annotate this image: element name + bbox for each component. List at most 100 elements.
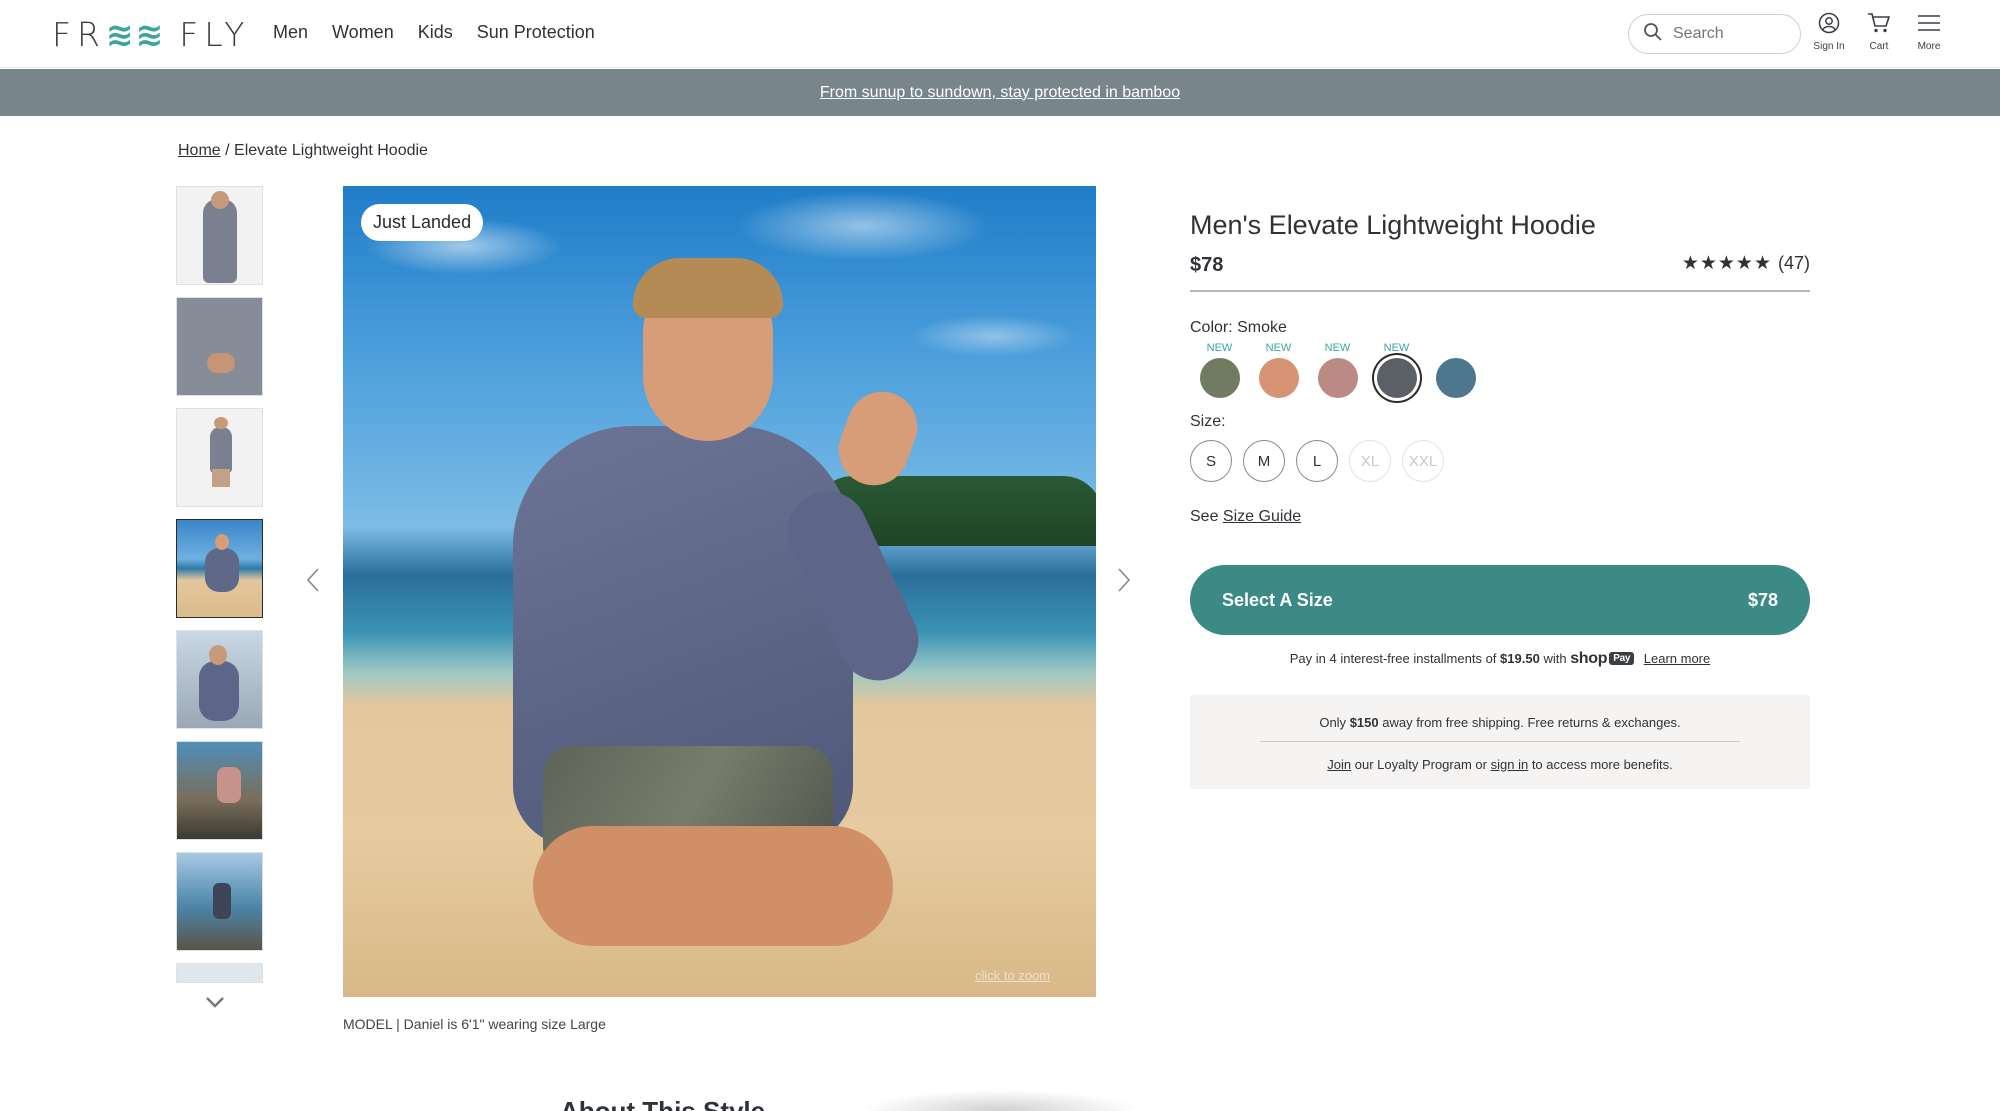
- size-guide: See Size Guide: [1190, 508, 1301, 526]
- thumbnail-2[interactable]: [176, 297, 263, 396]
- logo-wave: ≋≋: [105, 14, 166, 54]
- swatch-1[interactable]: NEW: [1190, 342, 1249, 403]
- logo-text-left: FR: [52, 14, 106, 54]
- breadcrumb-separator: /: [225, 142, 230, 159]
- site-header: FR≋≋ FLY Men Women Kids Sun Protection Si…: [0, 0, 2000, 68]
- click-to-zoom-hint[interactable]: click to zoom: [975, 968, 1050, 983]
- product-rating[interactable]: ★★★★★ (47): [1682, 252, 1810, 275]
- sign-in-label: Sign In: [1813, 41, 1845, 52]
- model-legs: [533, 826, 893, 946]
- main-product-image[interactable]: Just Landed click to zoom: [343, 186, 1096, 997]
- thumbnails-scroll-down-icon[interactable]: [205, 988, 225, 1014]
- review-count: (47): [1777, 253, 1810, 273]
- promo-link[interactable]: From sunup to sundown, stay protected in…: [820, 84, 1180, 102]
- shipping-amount: $150: [1349, 715, 1379, 730]
- nav-women[interactable]: Women: [332, 22, 394, 43]
- gallery-next-arrow-icon[interactable]: [1117, 566, 1131, 601]
- installments-with: with: [1543, 651, 1567, 666]
- thumbnail-3[interactable]: [176, 408, 263, 507]
- color-label: Color: Smoke: [1190, 319, 1287, 336]
- hamburger-icon: [1917, 15, 1941, 38]
- cart-button[interactable]: Cart: [1857, 12, 1901, 52]
- more-label: More: [1917, 41, 1941, 52]
- swatch-dot[interactable]: [1435, 358, 1476, 398]
- shipping-info-box: Only $150 away from free shipping. Free …: [1190, 695, 1810, 789]
- cart-label: Cart: [1869, 41, 1889, 52]
- swatch-dot[interactable]: [1317, 358, 1358, 398]
- loyalty-end: to access more benefits.: [1531, 757, 1673, 772]
- swatch-new-tag: NEW: [1324, 342, 1351, 354]
- cart-icon: [1867, 13, 1891, 38]
- breadcrumb-home[interactable]: Home: [178, 142, 221, 159]
- shipping-pre: Only: [1319, 715, 1347, 730]
- search-icon: [1643, 22, 1663, 47]
- shipbox-divider: [1260, 741, 1740, 742]
- product-details: Men's Elevate Lightweight Hoodie $78 ★★★…: [1190, 210, 1810, 789]
- search-box[interactable]: [1628, 14, 1801, 54]
- nav-kids[interactable]: Kids: [418, 22, 453, 43]
- size-guide-link[interactable]: Size Guide: [1223, 508, 1301, 525]
- thumbnail-5[interactable]: [176, 630, 263, 729]
- nav-sun-protection[interactable]: Sun Protection: [477, 22, 595, 43]
- title-divider: [1190, 290, 1810, 292]
- gallery-prev-arrow-icon[interactable]: [306, 566, 320, 601]
- size-s-button[interactable]: S: [1190, 440, 1232, 482]
- cta-price: $78: [1747, 589, 1778, 610]
- swatch-3[interactable]: NEW: [1308, 342, 1367, 403]
- rating-stars-icon: ★★★★★: [1681, 253, 1772, 274]
- promo-bar: From sunup to sundown, stay protected in…: [0, 69, 2000, 116]
- swatch-new-tag: NEW: [1383, 342, 1410, 354]
- installment-amount: $19.50: [1500, 651, 1540, 666]
- installments-text: Pay in 4 interest-free installments of: [1289, 651, 1497, 666]
- swatch-5[interactable]: [1426, 342, 1485, 403]
- sign-in-link[interactable]: sign in: [1491, 757, 1529, 772]
- swatch-dot[interactable]: [1199, 358, 1240, 398]
- shop-pay-badge: Pay: [1609, 652, 1635, 666]
- account-icon: [1818, 12, 1840, 38]
- search-input[interactable]: [1673, 25, 1783, 43]
- size-options: S M L XL XXL: [1190, 440, 1444, 482]
- product-title: Men's Elevate Lightweight Hoodie: [1190, 210, 1596, 240]
- size-xl-button[interactable]: XL: [1349, 440, 1391, 482]
- freefly-logo[interactable]: FR ≋≋ FLY: [52, 14, 250, 54]
- floating-shadow: [860, 1090, 1140, 1111]
- thumbnail-1[interactable]: [176, 186, 263, 285]
- swatch-dot[interactable]: [1258, 358, 1299, 398]
- breadcrumb-current: Elevate Lightweight Hoodie: [234, 142, 428, 159]
- swatch-new-tag: NEW: [1265, 342, 1292, 354]
- model-caption: MODEL | Daniel is 6'1" wearing size Larg…: [343, 1016, 606, 1032]
- size-guide-prefix: See: [1190, 508, 1219, 525]
- swatch-dot[interactable]: [1376, 358, 1417, 398]
- color-swatches: NEW NEW NEW NEW: [1190, 342, 1485, 403]
- breadcrumb: Home / Elevate Lightweight Hoodie: [178, 142, 428, 160]
- thumbnail-6[interactable]: [176, 741, 263, 840]
- shipping-post: away from free shipping. Free returns & …: [1382, 715, 1681, 730]
- size-l-button[interactable]: L: [1296, 440, 1338, 482]
- shop-pay-installments: Pay in 4 interest-free installments of $…: [1190, 650, 1810, 668]
- size-label: Size:: [1190, 413, 1226, 430]
- size-m-button[interactable]: M: [1243, 440, 1285, 482]
- size-xxl-button[interactable]: XXL: [1402, 440, 1444, 482]
- swatch-4-selected[interactable]: NEW: [1367, 342, 1426, 403]
- just-landed-badge: Just Landed: [361, 204, 484, 241]
- more-menu-button[interactable]: More: [1907, 12, 1951, 52]
- logo-text-right: FLY: [179, 14, 251, 54]
- swatch-2[interactable]: NEW: [1249, 342, 1308, 403]
- select-size-button[interactable]: Select A Size $78: [1190, 565, 1810, 635]
- main-nav: Men Women Kids Sun Protection: [273, 22, 595, 43]
- shop-pay-wordmark: shop: [1570, 650, 1608, 667]
- join-link[interactable]: Join: [1327, 757, 1351, 772]
- product-price: $78: [1190, 254, 1224, 276]
- model-hair: [633, 258, 783, 318]
- loyalty-mid: our Loyalty Program or: [1354, 757, 1487, 772]
- learn-more-link[interactable]: Learn more: [1644, 651, 1710, 666]
- thumbnail-4[interactable]: [176, 519, 263, 618]
- thumbnail-8[interactable]: [176, 963, 263, 983]
- about-this-style-heading: About This Style: [560, 1096, 766, 1111]
- swatch-new-tag: NEW: [1206, 342, 1233, 354]
- nav-men[interactable]: Men: [273, 22, 308, 43]
- shop-pay-logo: shop Pay: [1570, 650, 1635, 667]
- thumbnail-7[interactable]: [176, 852, 263, 951]
- sign-in-button[interactable]: Sign In: [1807, 12, 1851, 52]
- cta-label: Select A Size: [1222, 589, 1333, 610]
